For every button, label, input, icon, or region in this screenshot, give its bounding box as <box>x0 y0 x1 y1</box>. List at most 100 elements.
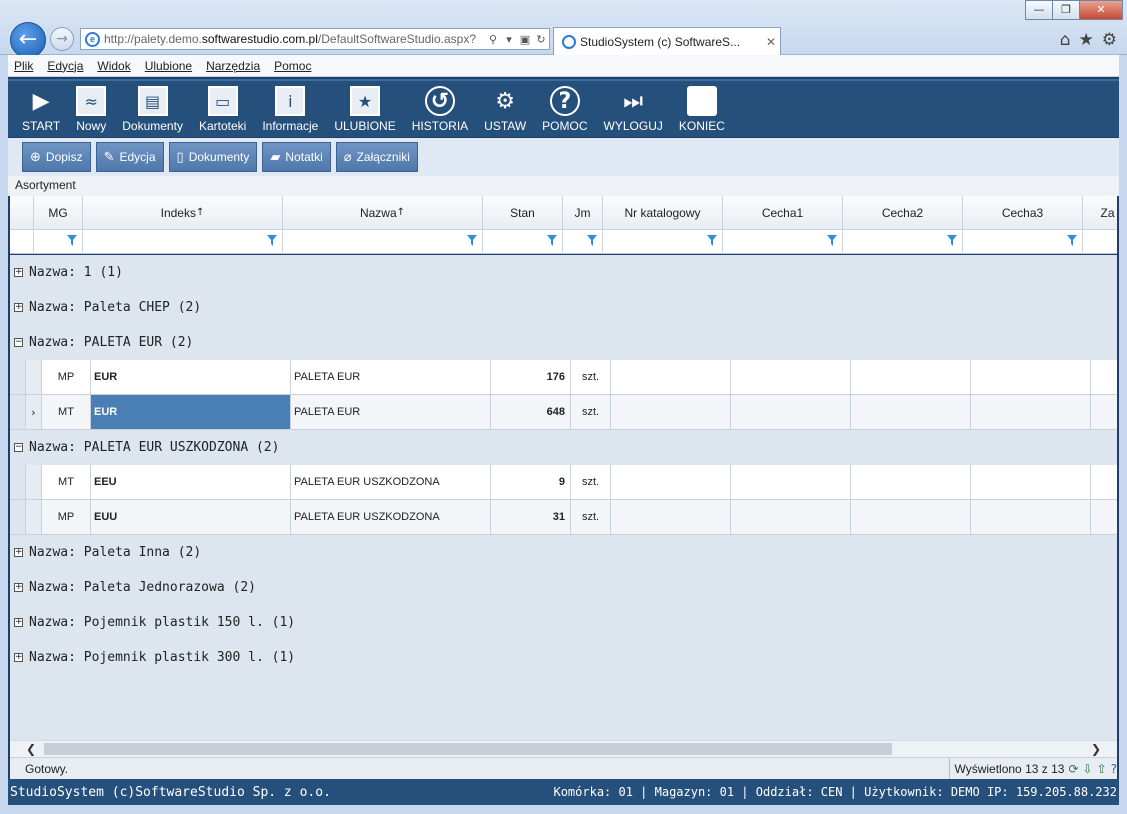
expand-icon[interactable]: + <box>14 548 23 557</box>
filter-funnel-icon[interactable] <box>67 235 77 246</box>
cell-mg[interactable]: MP <box>42 500 91 534</box>
cell-cecha2[interactable] <box>851 465 971 499</box>
filter-cell-mg[interactable] <box>34 230 83 252</box>
cell-cecha3[interactable] <box>971 360 1091 394</box>
back-button[interactable]: ← <box>10 22 46 58</box>
cell-indeks[interactable]: EUU <box>91 500 291 534</box>
dropdown-icon[interactable]: ▾ <box>501 33 517 46</box>
cell-za[interactable] <box>1091 465 1117 499</box>
menu-ulubione[interactable]: Ulubione <box>145 59 192 73</box>
cell-nr-katalogowy[interactable] <box>611 500 731 534</box>
edycja-button[interactable]: ✎ Edycja <box>95 142 164 172</box>
toolbar-kartoteki-button[interactable]: ▭ Kartoteki <box>191 81 254 137</box>
cell-nr-katalogowy[interactable] <box>611 465 731 499</box>
menu-edycja[interactable]: Edycja <box>47 59 83 73</box>
group-row[interactable]: + Nazwa: Pojemnik plastik 300 l. (1) <box>10 640 1117 675</box>
home-icon[interactable]: ⌂ <box>1060 30 1071 50</box>
expand-icon[interactable]: + <box>14 303 23 312</box>
filter-funnel-icon[interactable] <box>707 235 717 246</box>
group-row[interactable]: − Nazwa: PALETA EUR (2) <box>10 325 1117 360</box>
toolbar-wyloguj-button[interactable]: ⏭ WYLOGUJ <box>596 81 671 137</box>
export-icon[interactable]: ⇩ <box>1083 762 1093 776</box>
toolbar-pomoc-button[interactable]: ? POMOC <box>534 81 595 137</box>
group-row[interactable]: − Nazwa: PALETA EUR USZKODZONA (2) <box>10 430 1117 465</box>
cell-nazwa[interactable]: PALETA EUR USZKODZONA <box>291 465 491 499</box>
cell-jm[interactable]: szt. <box>571 395 611 429</box>
search-icon[interactable]: ⚲ <box>485 33 501 46</box>
favorites-star-icon[interactable]: ★ <box>1079 30 1094 50</box>
filter-funnel-icon[interactable] <box>587 235 597 246</box>
close-tab-icon[interactable]: ✕ <box>762 35 780 49</box>
refresh-icon[interactable]: ↻ <box>533 33 549 46</box>
menu-plik[interactable]: Plik <box>14 59 33 73</box>
url-text[interactable]: http://palety.demo.softwarestudio.com.pl… <box>104 32 485 46</box>
collapse-icon[interactable]: − <box>14 443 23 452</box>
toolbar-nowy-button[interactable]: ≈ Nowy <box>68 81 114 137</box>
column-header-indeks[interactable]: Indeks ↑ <box>83 196 283 229</box>
cell-indeks[interactable]: EUR <box>91 360 291 394</box>
column-header-nazwa[interactable]: Nazwa ↑ <box>283 196 483 229</box>
cell-cecha2[interactable] <box>851 360 971 394</box>
forward-button[interactable]: → <box>50 27 74 51</box>
filter-funnel-icon[interactable] <box>947 235 957 246</box>
group-row[interactable]: + Nazwa: Paleta Inna (2) <box>10 535 1117 570</box>
dokumenty-button[interactable]: ▯ Dokumenty <box>168 142 258 172</box>
column-header-nr-katalogowy[interactable]: Nr katalogowy <box>603 196 723 229</box>
table-row[interactable]: MT EEU PALETA EUR USZKODZONA 9 szt. <box>10 465 1117 500</box>
cell-nazwa[interactable]: PALETA EUR <box>291 360 491 394</box>
cell-mg[interactable]: MT <box>42 395 91 429</box>
filter-cell-stan[interactable] <box>483 230 563 252</box>
menu-narzedzia[interactable]: Narzędzia <box>206 59 260 73</box>
cell-jm[interactable]: szt. <box>571 465 611 499</box>
gear-icon[interactable]: ⚙ <box>1102 30 1117 50</box>
browser-tab[interactable]: StudioSystem (c) SoftwareS... ✕ <box>553 27 781 55</box>
filter-cell-cecha1[interactable] <box>723 230 843 252</box>
column-header-za[interactable]: Za <box>1083 196 1117 229</box>
table-row[interactable]: › MT EUR PALETA EUR 648 szt. <box>10 395 1117 430</box>
column-header-indicator[interactable] <box>10 196 34 229</box>
scrollbar-thumb[interactable] <box>44 743 892 755</box>
cell-jm[interactable]: szt. <box>571 360 611 394</box>
cell-za[interactable] <box>1091 500 1117 534</box>
horizontal-scrollbar[interactable]: ❮ ❯ <box>10 740 1117 757</box>
cell-mg[interactable]: MP <box>42 360 91 394</box>
cell-indeks[interactable]: EEU <box>91 465 291 499</box>
dopisz-button[interactable]: ⊕ Dopisz <box>22 142 91 172</box>
filter-cell-cecha3[interactable] <box>963 230 1083 252</box>
filter-funnel-icon[interactable] <box>267 235 277 246</box>
group-row[interactable]: + Nazwa: Paleta Jednorazowa (2) <box>10 570 1117 605</box>
column-header-stan[interactable]: Stan <box>483 196 563 229</box>
filter-funnel-icon[interactable] <box>1067 235 1077 246</box>
toolbar-dokumenty-button[interactable]: ▤ Dokumenty <box>114 81 191 137</box>
column-header-jm[interactable]: Jm <box>563 196 603 229</box>
expand-icon[interactable]: + <box>14 583 23 592</box>
cell-nr-katalogowy[interactable] <box>611 395 731 429</box>
expand-icon[interactable]: + <box>14 268 23 277</box>
cell-cecha3[interactable] <box>971 500 1091 534</box>
group-row[interactable]: + Nazwa: Paleta CHEP (2) <box>10 290 1117 325</box>
row-indicator[interactable] <box>26 360 42 394</box>
cell-za[interactable] <box>1091 395 1117 429</box>
column-header-cecha1[interactable]: Cecha1 <box>723 196 843 229</box>
filter-cell-nr-katalogowy[interactable] <box>603 230 723 252</box>
help-icon[interactable]: ? <box>1111 762 1117 776</box>
cell-cecha1[interactable] <box>731 465 851 499</box>
expand-icon[interactable]: + <box>14 653 23 662</box>
group-row[interactable]: + Nazwa: 1 (1) <box>10 255 1117 290</box>
cell-stan[interactable]: 31 <box>491 500 571 534</box>
cell-cecha1[interactable] <box>731 500 851 534</box>
filter-cell-jm[interactable] <box>563 230 603 252</box>
cell-nazwa[interactable]: PALETA EUR <box>291 395 491 429</box>
cell-stan[interactable]: 648 <box>491 395 571 429</box>
current-row-arrow-icon[interactable]: › <box>26 395 42 429</box>
cell-cecha3[interactable] <box>971 395 1091 429</box>
refresh-icon[interactable]: ⟳ <box>1068 762 1078 776</box>
expand-icon[interactable]: + <box>14 618 23 627</box>
filter-funnel-icon[interactable] <box>467 235 477 246</box>
filter-cell-indeks[interactable] <box>83 230 283 252</box>
cell-za[interactable] <box>1091 360 1117 394</box>
zalaczniki-button[interactable]: ⌀ Załączniki <box>335 142 418 172</box>
maximize-button[interactable]: ❐ <box>1052 0 1080 20</box>
address-bar[interactable]: e http://palety.demo.softwarestudio.com.… <box>80 28 550 50</box>
cell-indeks[interactable]: EUR <box>91 395 291 429</box>
